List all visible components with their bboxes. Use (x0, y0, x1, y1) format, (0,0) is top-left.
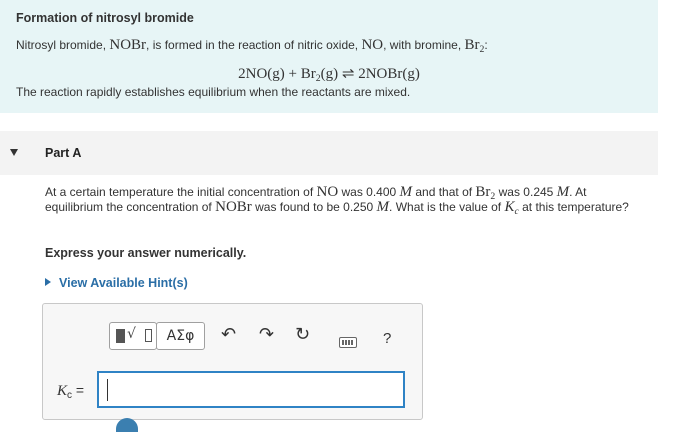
question-fragment: was found to be 0.250 (251, 200, 377, 214)
intro-text: , is formed in the reaction of nitric ox… (146, 38, 362, 52)
part-a-header[interactable]: Part A (0, 131, 658, 175)
formula-no: NO (316, 184, 339, 200)
kc-sub: c (67, 390, 73, 401)
intro-text: Nitrosyl bromide, (16, 38, 110, 52)
equation-right: 2NOBr(g) (358, 66, 420, 82)
equation-left: 2NO(g) + Br (238, 66, 316, 82)
answer-instruction: Express your answer numerically. (45, 246, 247, 260)
kc-answer-input[interactable] (97, 371, 405, 408)
question-fragment: was 0.245 (495, 185, 557, 199)
partial-blue-element (116, 418, 138, 432)
question-fragment: and that of (412, 185, 476, 199)
redo-icon[interactable]: ↷ (259, 325, 274, 345)
equation-left-state: (g) (320, 66, 339, 82)
kc-symbol: Kc (504, 199, 518, 217)
intro-title: Formation of nitrosyl bromide (16, 11, 194, 25)
reaction-equation: 2NO(g) + Br2(g) ⇌ 2NOBr(g) (16, 64, 642, 83)
intro-last-line: The reaction rapidly establishes equilib… (16, 85, 411, 99)
kc-letter: K (57, 383, 68, 399)
caret-down-icon[interactable] (10, 149, 18, 156)
part-label: Part A (45, 146, 82, 160)
hint-label: View Available Hint(s) (59, 276, 188, 290)
formula-no: NO (361, 37, 384, 53)
unit-molarity: M (376, 199, 390, 215)
intro-panel: Formation of nitrosyl bromide Nitrosyl b… (0, 0, 658, 113)
intro-text: , with bromine, (383, 38, 465, 52)
view-hints-link[interactable]: View Available Hint(s) (45, 276, 188, 290)
template-box-icon (145, 329, 152, 342)
formula-br2: Br2 (475, 184, 495, 202)
equilibrium-arrow-icon: ⇌ (341, 66, 355, 82)
keyboard-icon[interactable] (339, 337, 357, 348)
templates-button[interactable]: √ (109, 322, 157, 350)
formula-br-text: Br (464, 37, 480, 53)
kc-answer-label: Kc = (57, 382, 85, 401)
question-text: At a certain temperature the initial con… (45, 184, 645, 217)
equals-sign: = (75, 382, 85, 398)
unit-molarity: M (556, 184, 570, 200)
formula-nobr: NOBr (109, 37, 147, 53)
question-fragment: At a certain temperature the initial con… (45, 185, 317, 199)
intro-text: : (484, 38, 488, 52)
greek-symbols-button[interactable]: ΑΣφ (156, 322, 205, 350)
reset-icon[interactable]: ↻ (295, 325, 310, 345)
radical-icon: √ (127, 326, 136, 342)
caret-right-icon (45, 278, 51, 286)
question-fragment: was 0.400 (338, 185, 400, 199)
answer-panel: √ ΑΣφ ↶ ↷ ↻ ? Kc = (42, 303, 423, 420)
kc-letter: K (504, 199, 515, 215)
template-block-icon (116, 329, 125, 343)
question-fragment: . What is the value of (389, 200, 505, 214)
text-cursor (107, 379, 108, 401)
formula-br2: Br2 (464, 37, 485, 54)
intro-description: Nitrosyl bromide, NOBr, is formed in the… (16, 37, 642, 54)
help-button[interactable]: ? (383, 330, 391, 347)
formula-nobr: NOBr (215, 199, 252, 215)
undo-icon[interactable]: ↶ (221, 325, 236, 345)
question-fragment: at this temperature? (518, 200, 629, 214)
unit-molarity: M (399, 184, 413, 200)
formula-br-text: Br (475, 184, 491, 200)
